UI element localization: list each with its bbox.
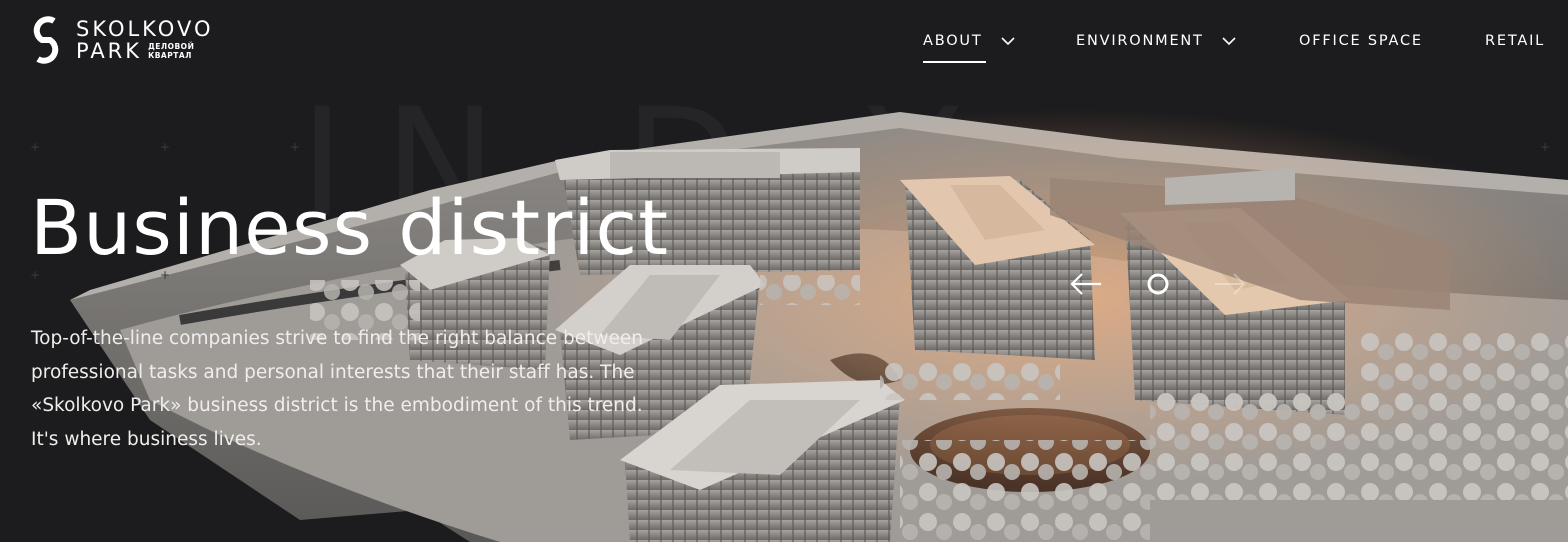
arrow-right-icon[interactable] bbox=[1212, 266, 1248, 302]
nav-item-label: OFFICE SPACE bbox=[1299, 33, 1423, 49]
nav-item-about[interactable]: ABOUT bbox=[923, 30, 1015, 52]
grid-marker: + bbox=[290, 140, 301, 154]
active-nav-underline bbox=[923, 61, 986, 63]
chevron-down-icon bbox=[1000, 37, 1015, 46]
site-header: SKOLKOVO PARK ДЕЛОВОЙ КВАРТАЛ ABOUT ENVI… bbox=[0, 0, 1568, 80]
main-nav: ABOUT ENVIRONMENT OFFICE SPACE RETAIL bbox=[0, 30, 1568, 70]
page-title: Business district bbox=[30, 183, 669, 272]
arrow-left-icon[interactable] bbox=[1068, 266, 1104, 302]
nav-item-retail[interactable]: RETAIL bbox=[1485, 30, 1545, 52]
nav-item-label: ENVIRONMENT bbox=[1076, 33, 1204, 49]
slider-controls bbox=[1068, 266, 1248, 302]
slide-dot-icon[interactable] bbox=[1146, 272, 1170, 296]
grid-marker: + bbox=[160, 140, 171, 154]
nav-item-label: RETAIL bbox=[1485, 33, 1546, 49]
hero-description: Top-of-the-line companies strive to find… bbox=[31, 328, 643, 450]
grid-marker: + bbox=[1540, 140, 1551, 154]
grid-marker: + bbox=[30, 140, 41, 154]
nav-item-label: ABOUT bbox=[923, 33, 983, 49]
nav-item-office-space[interactable]: OFFICE SPACE bbox=[1299, 30, 1423, 52]
nav-item-environment[interactable]: ENVIRONMENT bbox=[1076, 30, 1236, 52]
chevron-down-icon bbox=[1222, 37, 1236, 46]
